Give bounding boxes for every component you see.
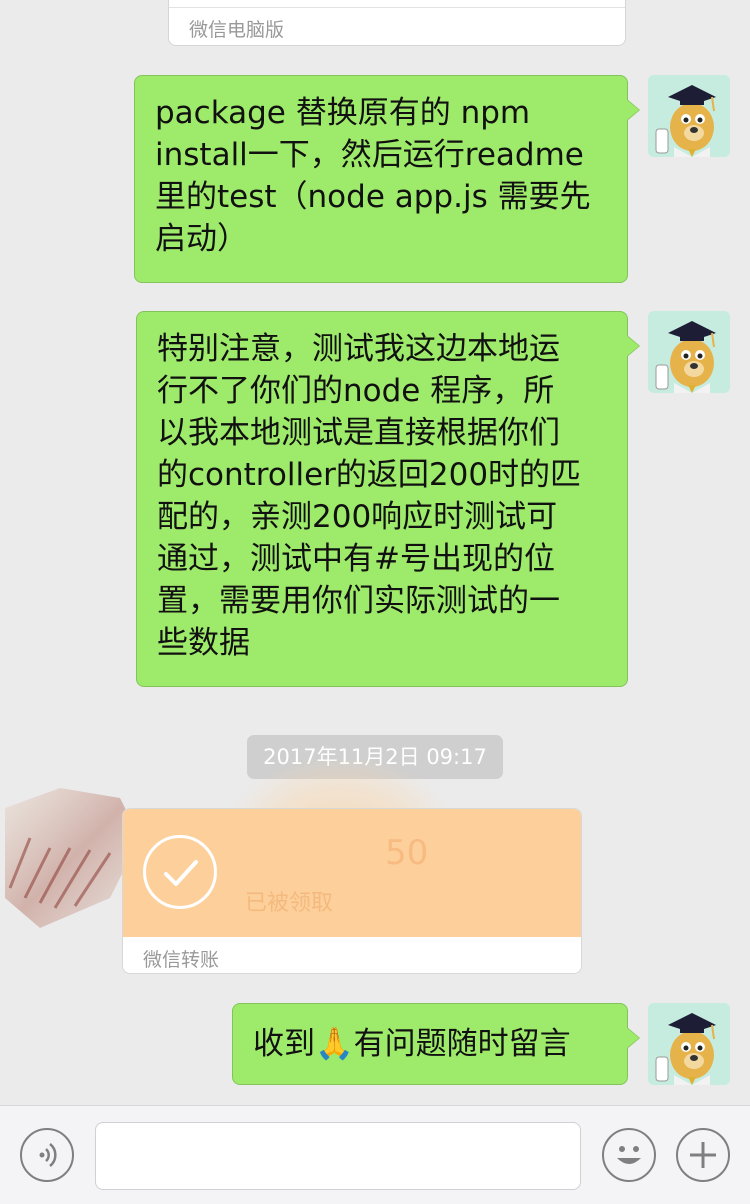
message-bubble[interactable]: 特别注意，测试我这边本地运 行不了你们的node 程序，所 以我本地测试是直接根… xyxy=(136,311,640,687)
pc-message-card[interactable]: 微信电脑版 xyxy=(168,0,626,46)
input-bar xyxy=(0,1105,750,1204)
card-divider xyxy=(169,7,625,8)
transfer-amount: 50 xyxy=(385,833,429,873)
voice-icon[interactable] xyxy=(20,1128,74,1182)
transfer-label: 微信转账 xyxy=(143,949,220,971)
plus-icon[interactable] xyxy=(676,1128,730,1182)
message-bubble[interactable]: package 替换原有的 npm install一下，然后运行readme 里… xyxy=(134,75,640,283)
message-text: 收到🙏有问题随时留言 xyxy=(253,1026,571,1062)
check-circle-icon xyxy=(143,835,217,909)
chat-area[interactable]: 微信电脑版 package 替换原有的 npm install一下，然后运行re… xyxy=(0,0,750,1105)
message-text: package 替换原有的 npm install一下，然后运行readme 里… xyxy=(155,95,591,257)
user-avatar[interactable] xyxy=(648,75,730,157)
transfer-card-header: 50 已被领取 xyxy=(123,809,581,937)
emoji-icon[interactable] xyxy=(602,1128,656,1182)
user-avatar[interactable] xyxy=(648,1003,730,1085)
message-input[interactable] xyxy=(95,1122,581,1190)
message-bubble[interactable]: 收到🙏有问题随时留言 xyxy=(232,1003,640,1085)
card-source-label: 微信电脑版 xyxy=(189,19,285,41)
transfer-status: 已被领取 xyxy=(245,891,334,916)
user-avatar[interactable] xyxy=(648,311,730,393)
message-text: 特别注意，测试我这边本地运 行不了你们的node 程序，所 以我本地测试是直接根… xyxy=(157,331,582,661)
transfer-card[interactable]: 50 已被领取 微信转账 xyxy=(122,808,582,974)
